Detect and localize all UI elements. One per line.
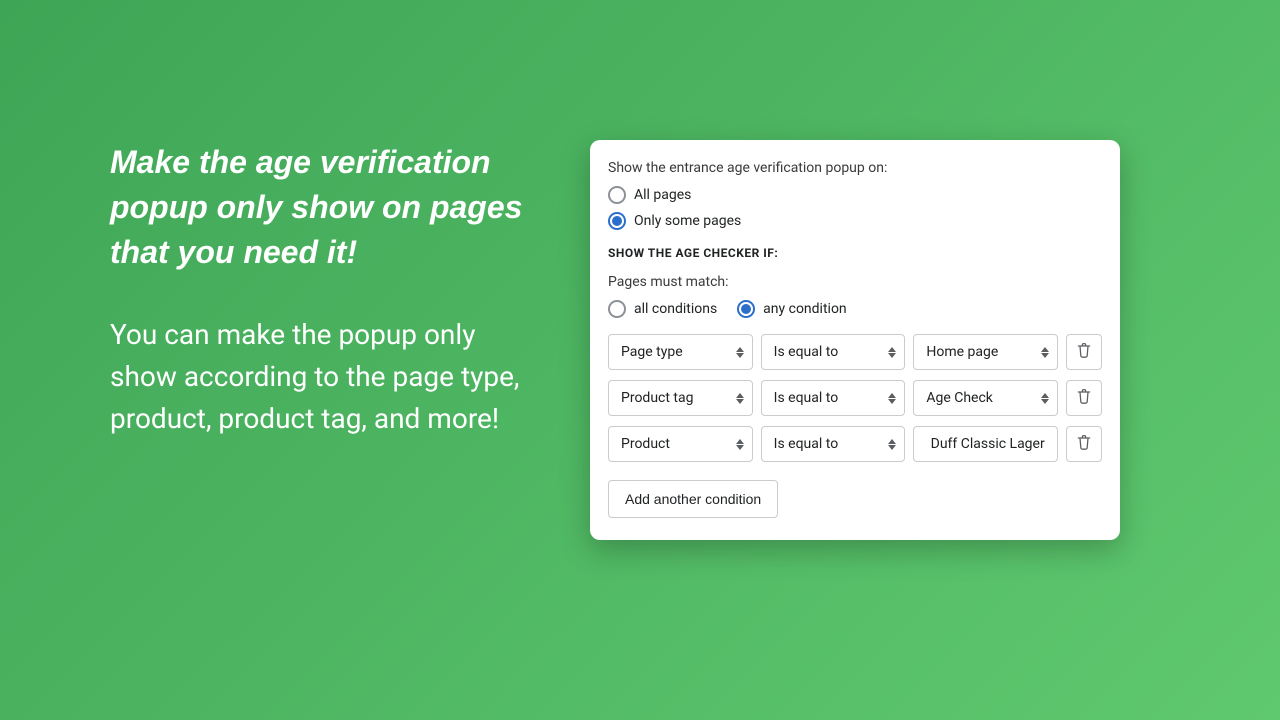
condition-field-value: Page type — [621, 344, 683, 360]
condition-value-input[interactable]: Duff Classic Lager — [913, 426, 1058, 462]
condition-operator-value: Is equal to — [774, 344, 839, 360]
trash-icon — [1076, 342, 1092, 362]
radio-icon — [608, 186, 626, 204]
select-caret-icon — [888, 347, 896, 358]
promo-subtext: You can make the popup only show accordi… — [110, 314, 540, 440]
condition-operator-select[interactable]: Is equal to — [761, 426, 906, 462]
delete-condition-button[interactable] — [1066, 426, 1102, 462]
conditions-list: Page type Is equal to Home page Product tag… — [608, 334, 1102, 462]
radio-only-some-pages[interactable]: Only some pages — [608, 212, 1102, 230]
promo-heading: Make the age verification popup only sho… — [110, 140, 540, 274]
show-on-radio-group: All pages Only some pages — [608, 186, 1102, 230]
condition-value: Home page — [926, 344, 998, 360]
radio-label: Only some pages — [634, 213, 741, 229]
radio-icon — [608, 300, 626, 318]
condition-operator-select[interactable]: Is equal to — [761, 380, 906, 416]
add-condition-label: Add another condition — [625, 491, 761, 507]
match-radio-group: all conditions any condition — [608, 300, 1102, 318]
settings-card: Show the entrance age verification popup… — [590, 140, 1120, 540]
condition-operator-select[interactable]: Is equal to — [761, 334, 906, 370]
condition-operator-value: Is equal to — [774, 390, 839, 406]
condition-row: Product Is equal to Duff Classic Lager — [608, 426, 1102, 462]
select-caret-icon — [1041, 393, 1049, 404]
select-caret-icon — [888, 439, 896, 450]
radio-all-conditions[interactable]: all conditions — [608, 300, 717, 318]
condition-field-value: Product — [621, 436, 670, 452]
condition-row: Product tag Is equal to Age Check — [608, 380, 1102, 416]
radio-all-pages[interactable]: All pages — [608, 186, 1102, 204]
radio-label: any condition — [763, 301, 847, 317]
condition-operator-value: Is equal to — [774, 436, 839, 452]
radio-icon — [608, 212, 626, 230]
condition-row: Page type Is equal to Home page — [608, 334, 1102, 370]
delete-condition-button[interactable] — [1066, 380, 1102, 416]
select-caret-icon — [736, 347, 744, 358]
condition-field-select[interactable]: Product — [608, 426, 753, 462]
condition-value: Age Check — [926, 390, 993, 406]
add-condition-button[interactable]: Add another condition — [608, 480, 778, 518]
radio-any-condition[interactable]: any condition — [737, 300, 847, 318]
match-label: Pages must match: — [608, 274, 1102, 290]
select-caret-icon — [736, 439, 744, 450]
radio-label: all conditions — [634, 301, 717, 317]
condition-field-select[interactable]: Product tag — [608, 380, 753, 416]
select-caret-icon — [736, 393, 744, 404]
condition-field-select[interactable]: Page type — [608, 334, 753, 370]
show-on-label: Show the entrance age verification popup… — [608, 160, 1102, 176]
section-heading: Show the age checker if: — [608, 246, 1102, 260]
promo-column: Make the age verification popup only sho… — [110, 140, 540, 440]
condition-value-select[interactable]: Age Check — [913, 380, 1058, 416]
condition-value-select[interactable]: Home page — [913, 334, 1058, 370]
radio-icon — [737, 300, 755, 318]
trash-icon — [1076, 388, 1092, 408]
delete-condition-button[interactable] — [1066, 334, 1102, 370]
condition-value: Duff Classic Lager — [931, 436, 1045, 452]
select-caret-icon — [1041, 347, 1049, 358]
select-caret-icon — [888, 393, 896, 404]
trash-icon — [1076, 434, 1092, 454]
radio-label: All pages — [634, 187, 691, 203]
condition-field-value: Product tag — [621, 390, 693, 406]
